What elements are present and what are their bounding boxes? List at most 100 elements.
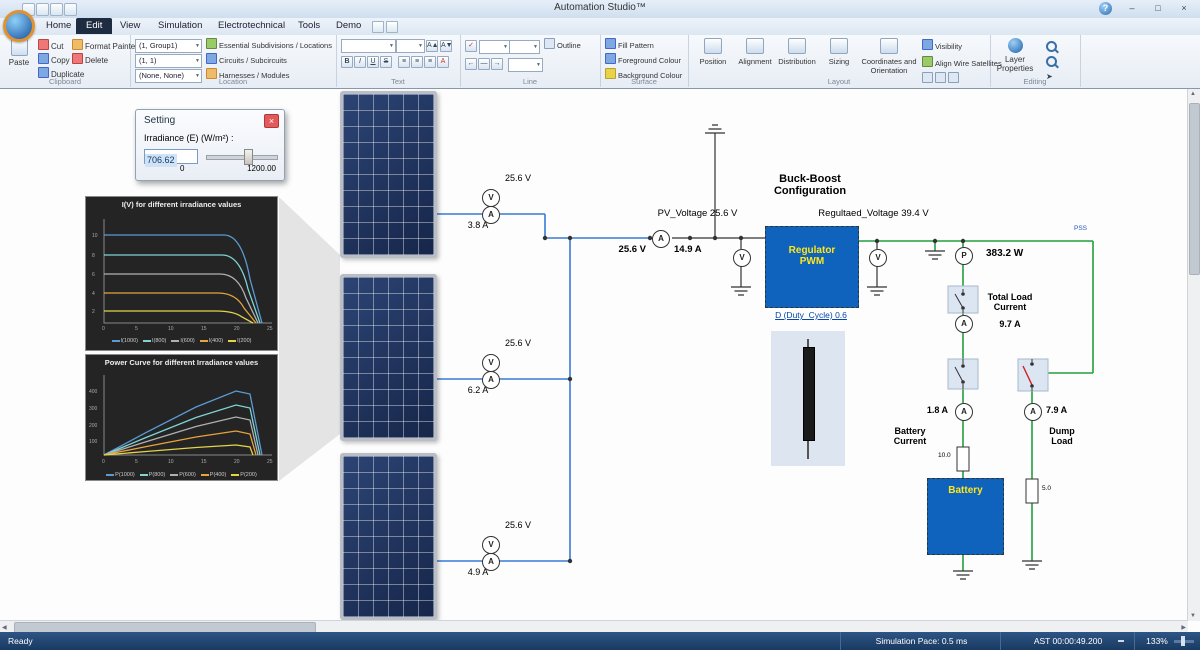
visibility-button[interactable]: Visibility bbox=[922, 39, 962, 52]
essential-subdivisions-option[interactable]: Essential Subdivisions / Locations bbox=[206, 38, 332, 51]
group-title: Layout bbox=[688, 77, 990, 86]
tab-home[interactable]: Home bbox=[36, 18, 81, 34]
format-painter-button[interactable]: Format Painter bbox=[72, 39, 138, 52]
maximize-button[interactable]: □ bbox=[1148, 1, 1168, 16]
line-style-dropdown[interactable] bbox=[479, 40, 510, 54]
battery-resistor-value: 10.0 bbox=[938, 452, 951, 459]
align-center-icon[interactable]: ≡ bbox=[411, 56, 423, 68]
cut-icon bbox=[38, 39, 49, 50]
location-dropdown-1[interactable]: (1, Group1) bbox=[135, 39, 202, 53]
arrow-start-button[interactable]: ← bbox=[465, 58, 477, 70]
dialog-close-button[interactable]: × bbox=[264, 114, 279, 128]
title-bar: Automation Studio™ ? – □ × bbox=[0, 0, 1200, 19]
align-left-icon[interactable]: ≡ bbox=[398, 56, 410, 68]
zoom-in-tool[interactable] bbox=[1046, 40, 1057, 53]
duty-cycle-slider-panel[interactable] bbox=[771, 331, 845, 466]
ammeter-panel1[interactable]: A bbox=[482, 206, 500, 224]
ammeter-dump[interactable]: A bbox=[1024, 403, 1042, 421]
dump-load-label: Dump Load bbox=[1038, 426, 1086, 446]
solar-panel-1[interactable] bbox=[340, 91, 437, 258]
delete-button[interactable]: Delete bbox=[72, 53, 108, 66]
irradiance-slider-track[interactable] bbox=[206, 155, 278, 160]
battery-resistor[interactable] bbox=[957, 447, 969, 471]
svg-text:0: 0 bbox=[102, 326, 105, 332]
ammeter-battery[interactable]: A bbox=[955, 403, 973, 421]
vertical-scroll-thumb[interactable] bbox=[1189, 103, 1200, 275]
quick-tool-icon[interactable] bbox=[372, 21, 384, 33]
arrow-none-button[interactable]: — bbox=[478, 58, 490, 70]
underline-button[interactable]: U bbox=[367, 56, 379, 68]
shrink-font-button[interactable]: A▼ bbox=[440, 40, 452, 52]
tab-tools[interactable]: Tools bbox=[288, 18, 330, 34]
duty-slider-handle[interactable] bbox=[803, 347, 815, 441]
voltmeter-pv[interactable]: V bbox=[733, 249, 751, 267]
battery-block[interactable]: Battery bbox=[927, 478, 1004, 555]
ammeter-total-load[interactable]: A bbox=[955, 315, 973, 333]
irradiance-input[interactable]: 706.62 bbox=[144, 149, 198, 164]
zoom-out-tool[interactable] bbox=[1046, 55, 1057, 68]
copy-button[interactable]: Copy bbox=[38, 53, 70, 66]
battery-label: Battery bbox=[928, 485, 1003, 496]
quick-tool-icon[interactable] bbox=[386, 21, 398, 33]
scroll-up-icon[interactable]: ▲ bbox=[1190, 91, 1196, 97]
setting-dialog[interactable]: Setting × Irradiance (E) (W/m²) : 706.62… bbox=[135, 109, 285, 181]
tab-view[interactable]: View bbox=[110, 18, 150, 34]
voltmeter-panel2[interactable]: V bbox=[482, 354, 500, 372]
line-width-dropdown[interactable] bbox=[509, 40, 540, 54]
outline-checkbox[interactable]: Outline bbox=[544, 38, 581, 51]
cut-button[interactable]: Cut bbox=[38, 39, 63, 52]
tab-edit[interactable]: Edit bbox=[76, 18, 112, 34]
voltmeter-regulated[interactable]: V bbox=[869, 249, 887, 267]
scroll-right-icon[interactable]: ▶ bbox=[1181, 624, 1186, 631]
svg-text:8: 8 bbox=[92, 253, 95, 259]
bold-button[interactable]: B bbox=[341, 56, 353, 68]
ammeter-panel3[interactable]: A bbox=[482, 553, 500, 571]
distribution-button[interactable]: Distribution bbox=[776, 38, 818, 66]
font-color-icon[interactable]: A bbox=[437, 56, 449, 68]
coordinates-button[interactable]: Coordinates and Orientation bbox=[860, 38, 918, 75]
ammeter-panel2[interactable]: A bbox=[482, 371, 500, 389]
font-size-dropdown[interactable] bbox=[396, 39, 425, 53]
scroll-down-icon[interactable]: ▼ bbox=[1190, 613, 1196, 619]
position-button[interactable]: Position bbox=[692, 38, 734, 66]
irradiance-slider-handle[interactable] bbox=[244, 149, 253, 165]
tab-electrotechnical[interactable]: Electrotechnical bbox=[208, 18, 295, 34]
solar-panel-2[interactable] bbox=[340, 274, 437, 441]
arrow-style-dropdown[interactable] bbox=[508, 58, 543, 72]
sizing-button[interactable]: Sizing bbox=[818, 38, 860, 66]
align-right-icon[interactable]: ≡ bbox=[424, 56, 436, 68]
circuits-subcircuits-option[interactable]: Circuits / Subcircuits bbox=[206, 53, 287, 66]
tab-simulation[interactable]: Simulation bbox=[148, 18, 212, 34]
location-dropdown-2[interactable]: (1, 1) bbox=[135, 54, 202, 68]
font-family-dropdown[interactable] bbox=[341, 39, 396, 53]
grow-font-button[interactable]: A▲ bbox=[426, 40, 438, 52]
svg-text:20: 20 bbox=[234, 326, 240, 332]
duty-cycle-link[interactable]: D (Duty_Cycle) 0.6 bbox=[757, 310, 865, 320]
layer-properties-button[interactable]: Layer Properties bbox=[995, 38, 1035, 73]
arrow-end-button[interactable]: → bbox=[491, 58, 503, 70]
fill-pattern-button[interactable]: Fill Pattern bbox=[605, 38, 654, 51]
strikethrough-button[interactable]: S bbox=[380, 56, 392, 68]
regulator-pwm-block[interactable]: Regulator PWM bbox=[765, 226, 859, 308]
solar-panel-3[interactable] bbox=[340, 453, 437, 620]
tab-demo[interactable]: Demo bbox=[326, 18, 371, 34]
scroll-left-icon[interactable]: ◀ bbox=[2, 624, 7, 631]
app-logo-icon[interactable] bbox=[3, 10, 35, 42]
ammeter-bus[interactable]: A bbox=[652, 230, 670, 248]
voltmeter-panel1[interactable]: V bbox=[482, 189, 500, 207]
voltmeter-panel3[interactable]: V bbox=[482, 536, 500, 554]
foreground-colour-button[interactable]: Foreground Colour bbox=[605, 53, 681, 66]
zoom-out-icon[interactable] bbox=[1118, 640, 1124, 642]
minimize-button[interactable]: – bbox=[1122, 1, 1142, 16]
line-color-icon[interactable]: ✓ bbox=[465, 40, 477, 52]
wattmeter-load[interactable]: P bbox=[955, 247, 973, 265]
help-button[interactable]: ? bbox=[1099, 2, 1112, 15]
paste-button[interactable]: Paste bbox=[3, 39, 35, 67]
zoom-slider-handle[interactable] bbox=[1181, 636, 1185, 646]
alignment-button[interactable]: Alignment bbox=[734, 38, 776, 66]
dump-resistor[interactable] bbox=[1026, 479, 1038, 503]
schematic-canvas[interactable]: Setting × Irradiance (E) (W/m²) : 706.62… bbox=[0, 88, 1200, 633]
close-button[interactable]: × bbox=[1174, 1, 1194, 16]
italic-button[interactable]: I bbox=[354, 56, 366, 68]
vertical-scrollbar[interactable]: ▲ ▼ bbox=[1187, 89, 1200, 621]
